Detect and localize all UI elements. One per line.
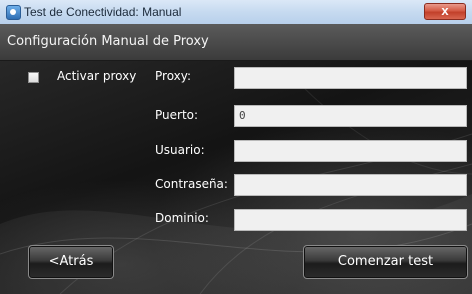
user-input[interactable] [234, 140, 467, 162]
proxy-label: Proxy: [155, 69, 192, 83]
port-input[interactable]: 0 [234, 105, 467, 127]
activate-proxy-checkbox[interactable] [28, 72, 39, 83]
activate-proxy-label[interactable]: Activar proxy [57, 69, 136, 83]
port-label: Puerto: [155, 108, 199, 122]
user-label: Usuario: [155, 143, 205, 157]
section-header: Configuración Manual de Proxy [0, 24, 472, 61]
domain-label: Dominio: [155, 211, 209, 225]
title-bar: Test de Conectividad: Manual x [0, 0, 472, 25]
dialog-window: Test de Conectividad: Manual x Configura… [0, 0, 472, 294]
window-title: Test de Conectividad: Manual [24, 5, 182, 19]
password-input[interactable] [234, 174, 467, 196]
close-button[interactable]: x [424, 3, 466, 20]
start-test-button[interactable]: Comenzar test [303, 245, 468, 279]
section-title: Configuración Manual de Proxy [7, 34, 209, 49]
domain-input[interactable] [234, 209, 467, 231]
dialog-body: Configuración Manual de Proxy Activar pr… [0, 24, 472, 294]
proxy-input[interactable] [234, 67, 467, 89]
app-icon [6, 5, 21, 20]
back-button[interactable]: <Atrás [28, 245, 114, 279]
close-icon: x [441, 3, 449, 18]
password-label: Contraseña: [155, 177, 228, 191]
